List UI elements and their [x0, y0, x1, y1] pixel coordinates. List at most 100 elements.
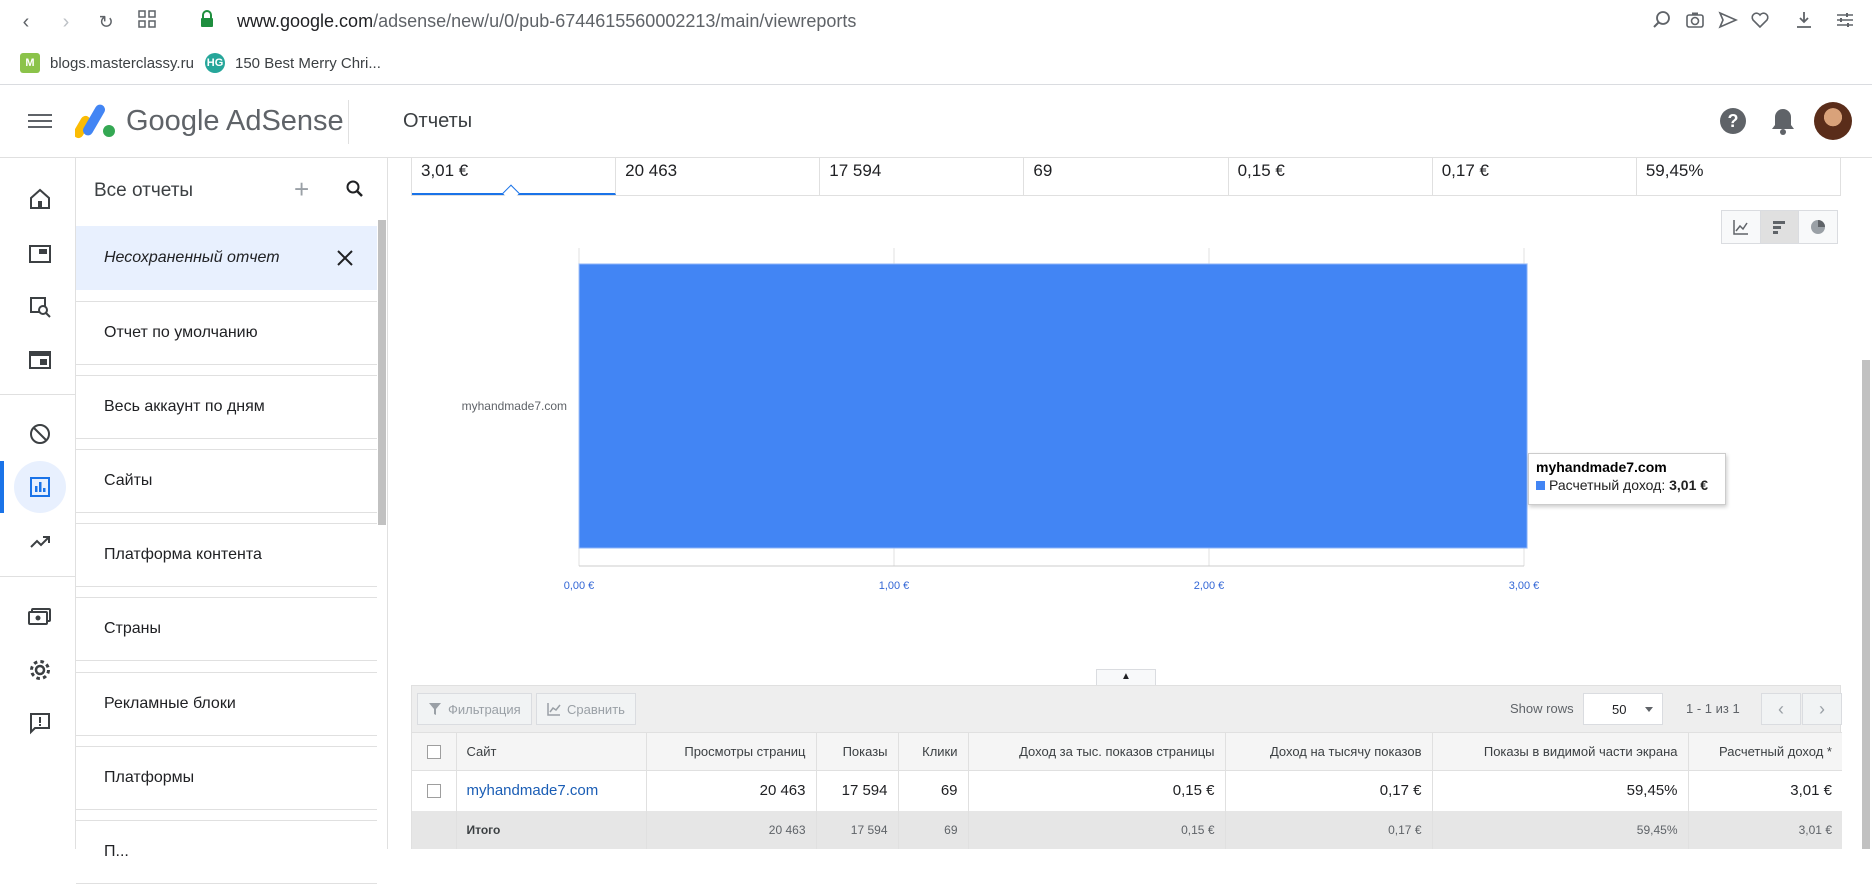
tooltip-title: myhandmade7.com [1536, 459, 1667, 475]
table-row: myhandmade7.com 20 463 17 594 69 0,15 € … [412, 770, 1842, 811]
metric-page-rpm[interactable]: 0,15 € [1229, 158, 1433, 195]
home-icon[interactable] [14, 173, 66, 225]
report-table: Сайт Просмотры страниц Показы Клики Дохо… [412, 732, 1842, 849]
metric-summary-row: 3,01 € 20 463 17 594 69 0,15 € 0,17 € 59… [411, 158, 1841, 202]
page-views-cell: 20 463 [646, 770, 817, 811]
line-chart-icon[interactable] [1722, 211, 1761, 243]
select-all-checkbox[interactable] [426, 745, 441, 760]
url-host: www.google.com [237, 11, 374, 31]
bar-chart-icon[interactable] [1760, 211, 1800, 243]
notifications-bell-icon[interactable] [1770, 106, 1796, 136]
column-header-site[interactable]: Сайт [456, 732, 647, 771]
bookmark-merry-christmas[interactable]: HG 150 Best Merry Chri... [205, 53, 381, 73]
rows-per-page-select[interactable]: 50 [1583, 693, 1663, 725]
report-item-unsaved[interactable]: Несохраненный отчет [76, 226, 377, 290]
download-icon[interactable] [1794, 10, 1818, 34]
page-title: Отчеты [403, 110, 473, 132]
left-navigation-rail [0, 158, 76, 849]
total-page-views: 20 463 [646, 810, 817, 849]
metric-viewability[interactable]: 59,45% [1637, 158, 1840, 195]
help-icon[interactable]: ? [1720, 108, 1746, 134]
estimated-earnings-cell: 3,01 € [1688, 770, 1842, 811]
column-header-viewability[interactable]: Показы в видимой части экрана [1432, 732, 1689, 771]
reload-icon[interactable]: ↻ [94, 10, 118, 34]
chart-tooltip: myhandmade7.com Расчетный доход: 3,01 € [1528, 453, 1726, 505]
column-header-estimated-earnings[interactable]: Расчетный доход * [1688, 732, 1842, 771]
feedback-icon[interactable] [14, 697, 66, 749]
payments-icon[interactable] [14, 590, 66, 642]
report-item-label: Платформы [104, 769, 195, 786]
filter-label: Фильтрация [448, 701, 521, 717]
report-item-platforms[interactable]: Платформы [76, 746, 377, 810]
ads-icon[interactable] [14, 334, 66, 386]
camera-icon[interactable] [1685, 10, 1709, 34]
report-item-label: П... [104, 843, 129, 860]
collapse-chart-toggle[interactable]: ▲ [1096, 669, 1156, 685]
pie-chart-icon[interactable] [1799, 211, 1837, 243]
report-item-next[interactable]: П... [76, 820, 377, 884]
settings-gear-icon[interactable] [14, 644, 66, 696]
total-viewability: 59,45% [1432, 810, 1689, 849]
column-header-page-views[interactable]: Просмотры страниц [646, 732, 817, 771]
back-icon[interactable]: ‹ [14, 10, 38, 34]
compare-button[interactable]: Сравнить [536, 693, 636, 725]
search-icon[interactable] [1652, 10, 1676, 34]
table-toolbar: Фильтрация Сравнить Show rows 50 1 - 1 и… [412, 686, 1842, 732]
sites-icon[interactable] [14, 228, 66, 280]
avatar[interactable] [1814, 102, 1852, 140]
settings-sliders-icon[interactable] [1835, 10, 1859, 34]
send-icon[interactable] [1718, 10, 1742, 34]
report-item-account-by-day[interactable]: Весь аккаунт по дням [76, 375, 377, 439]
optimization-icon[interactable] [14, 515, 66, 567]
heart-icon[interactable] [1750, 10, 1774, 34]
add-report-icon[interactable]: + [294, 174, 309, 205]
metric-impressions[interactable]: 17 594 [820, 158, 1025, 195]
metric-impression-rpm[interactable]: 0,17 € [1433, 158, 1637, 195]
lock-icon [195, 10, 219, 34]
column-header-impressions[interactable]: Показы [816, 732, 899, 771]
site-link[interactable]: myhandmade7.com [467, 782, 599, 799]
bookmarks-bar: M blogs.masterclassy.ru HG 150 Best Merr… [0, 45, 1872, 85]
address-bar[interactable]: www.google.com/adsense/new/u/0/pub-67446… [237, 11, 856, 32]
main-content: 3,01 € 20 463 17 594 69 0,15 € 0,17 € 59… [389, 158, 1872, 849]
impression-rpm-cell: 0,17 € [1225, 770, 1433, 811]
ad-review-icon[interactable] [14, 281, 66, 333]
report-item-ad-units[interactable]: Рекламные блоки [76, 672, 377, 736]
browser-toolbar: ‹ › ↻ www.google.com/adsense/new/u/0/pub… [0, 0, 1872, 45]
reports-panel-scrollbar[interactable] [378, 220, 386, 525]
bookmark-masterclassy[interactable]: M blogs.masterclassy.ru [20, 53, 194, 73]
search-reports-icon[interactable] [344, 178, 366, 200]
column-header-page-rpm[interactable]: Доход за тыс. показов страницы [968, 732, 1226, 771]
report-item-default[interactable]: Отчет по умолчанию [76, 301, 377, 365]
row-checkbox[interactable] [426, 784, 441, 799]
filter-icon [429, 703, 441, 715]
close-icon[interactable] [334, 247, 356, 269]
metric-clicks[interactable]: 69 [1024, 158, 1229, 195]
column-header-clicks[interactable]: Клики [898, 732, 969, 771]
reports-icon[interactable] [14, 461, 66, 513]
report-item-countries[interactable]: Страны [76, 597, 377, 661]
filter-button[interactable]: Фильтрация [417, 693, 532, 725]
metric-value: 0,15 € [1237, 161, 1285, 180]
report-item-sites[interactable]: Сайты [76, 449, 377, 513]
report-item-content-platform[interactable]: Платформа контента [76, 523, 377, 587]
total-impressions: 17 594 [816, 810, 899, 849]
total-empty-cell [412, 810, 457, 849]
metric-estimated-earnings[interactable]: 3,01 € [412, 158, 617, 202]
report-table-container: Фильтрация Сравнить Show rows 50 1 - 1 и… [411, 685, 1842, 849]
next-page-button[interactable]: › [1802, 693, 1842, 725]
previous-page-button[interactable]: ‹ [1761, 693, 1801, 725]
report-item-label: Страны [104, 620, 162, 637]
metric-value: 17 594 [829, 161, 882, 180]
menu-icon[interactable] [28, 110, 52, 134]
blocking-controls-icon[interactable] [14, 408, 66, 460]
tabs-grid-icon[interactable] [135, 10, 159, 34]
total-estimated-earnings: 3,01 € [1688, 810, 1842, 849]
forward-icon[interactable]: › [54, 10, 78, 34]
metric-page-views[interactable]: 20 463 [616, 158, 821, 195]
column-header-impression-rpm[interactable]: Доход на тысячу показов [1225, 732, 1433, 771]
total-page-rpm: 0,15 € [968, 810, 1226, 849]
bookmark-favicon: M [20, 53, 40, 73]
page-scrollbar[interactable] [1862, 360, 1870, 849]
report-item-label: Сайты [104, 472, 153, 489]
